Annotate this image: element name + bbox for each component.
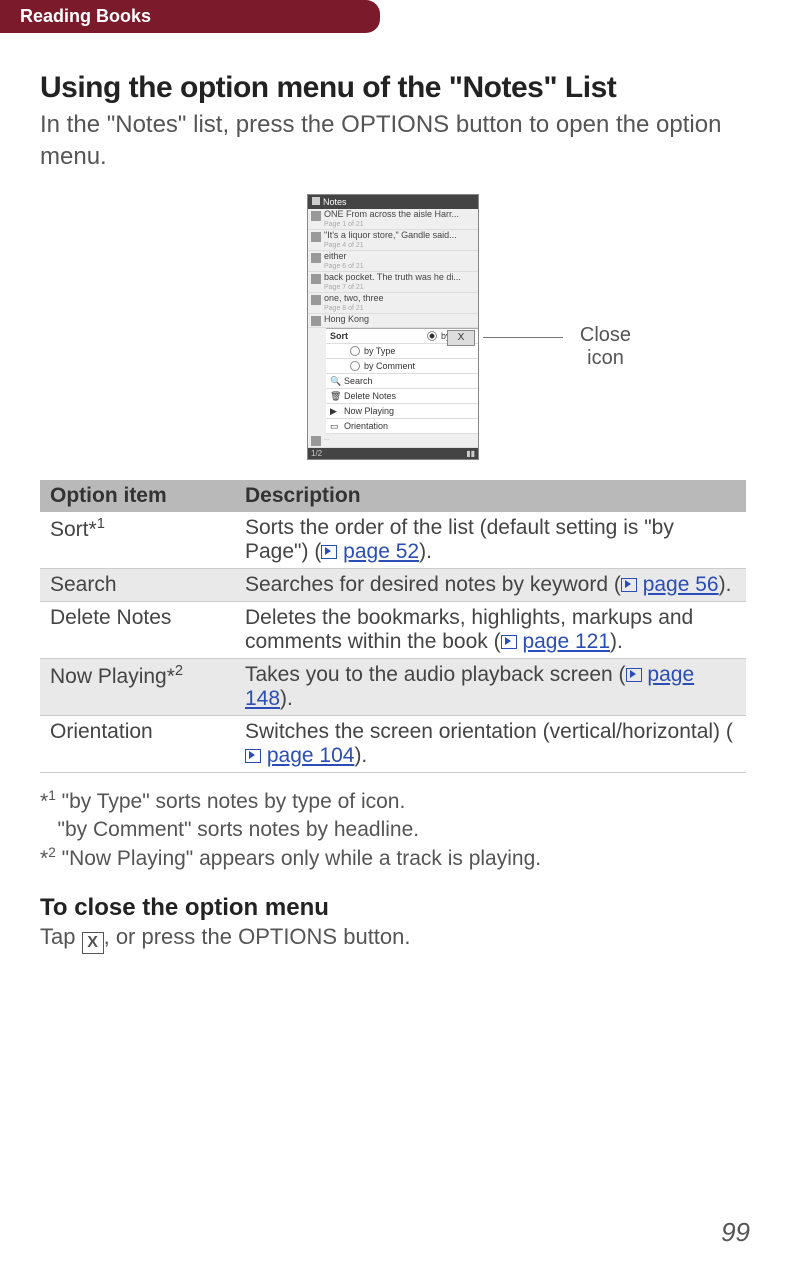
- table-header-row: Option item Description: [40, 480, 746, 512]
- radio-icon: [427, 331, 437, 341]
- table-row: Now Playing*2 Takes you to the audio pla…: [40, 658, 746, 715]
- device-titlebar: Notes: [308, 195, 478, 209]
- cell-option: Now Playing*2: [40, 658, 235, 715]
- table-row: Delete Notes Deletes the bookmarks, high…: [40, 601, 746, 658]
- page-number: 99: [721, 1217, 750, 1248]
- close-icon-box: X: [447, 330, 475, 346]
- th-desc: Description: [235, 480, 746, 512]
- link-icon: [626, 668, 642, 682]
- link-icon: [245, 749, 261, 763]
- list-item: one, two, threePage 8 of 21: [308, 293, 478, 314]
- cell-desc: Switches the screen orientation (vertica…: [235, 715, 746, 772]
- device-footer-right: ▮▮: [466, 449, 475, 458]
- popup-orientation: ▭Orientation: [326, 419, 478, 434]
- close-heading: To close the option menu: [40, 894, 746, 922]
- close-x-icon: X: [82, 932, 104, 954]
- list-item: Hong Kong: [308, 314, 478, 328]
- close-description: Tap X, or press the OPTIONS button.: [40, 924, 746, 954]
- popup-sort-comment: by Comment: [326, 359, 478, 374]
- callout-label: Close icon: [568, 324, 643, 370]
- popup-search: 🔍Search: [326, 374, 478, 389]
- list-item: back pocket. The truth was he di...Page …: [308, 272, 478, 293]
- section-header: Reading Books: [0, 0, 380, 33]
- section-header-text: Reading Books: [20, 6, 151, 26]
- note-icon: [311, 274, 321, 284]
- cell-option: Orientation: [40, 715, 235, 772]
- cell-desc: Sorts the order of the list (default set…: [235, 512, 746, 569]
- cell-option: Search: [40, 568, 235, 601]
- link-icon: [621, 578, 637, 592]
- link-icon: [501, 635, 517, 649]
- page-title: Using the option menu of the "Notes" Lis…: [40, 71, 746, 105]
- page-link[interactable]: page 52: [343, 540, 419, 563]
- device-footer: 1/2 ▮▮: [308, 448, 478, 459]
- cell-option: Delete Notes: [40, 601, 235, 658]
- page-link[interactable]: page 56: [643, 573, 719, 596]
- device-title-left: Notes: [312, 197, 347, 207]
- device-footer-left: 1/2: [311, 449, 322, 458]
- footnotes: *1 "by Type" sorts notes by type of icon…: [40, 787, 746, 874]
- figure: Notes ONE From across the aisle Harr...P…: [143, 194, 643, 460]
- popup-delete: 🗑Delete Notes: [326, 389, 478, 404]
- play-icon: ▶: [330, 406, 340, 416]
- cell-desc: Searches for desired notes by keyword ( …: [235, 568, 746, 601]
- device-notes-list: ONE From across the aisle Harr...Page 1 …: [308, 209, 478, 328]
- page-content: Using the option menu of the "Notes" Lis…: [0, 33, 786, 954]
- cell-desc: Deletes the bookmarks, highlights, marku…: [235, 601, 746, 658]
- device-screenshot: Notes ONE From across the aisle Harr...P…: [307, 194, 479, 460]
- cell-option: Sort*1: [40, 512, 235, 569]
- list-item: ONE From across the aisle Harr...Page 1 …: [308, 209, 478, 230]
- popup-nowplaying: ▶Now Playing: [326, 404, 478, 419]
- table-row: Orientation Switches the screen orientat…: [40, 715, 746, 772]
- radio-icon: [350, 361, 360, 371]
- list-item: ...: [308, 434, 478, 448]
- table-row: Sort*1 Sorts the order of the list (defa…: [40, 512, 746, 569]
- orientation-icon: ▭: [330, 421, 340, 431]
- search-icon: 🔍: [330, 376, 340, 386]
- footnote-2: *2 "Now Playing" appears only while a tr…: [40, 844, 746, 873]
- callout-line: [483, 337, 563, 338]
- th-option: Option item: [40, 480, 235, 512]
- cell-desc: Takes you to the audio playback screen (…: [235, 658, 746, 715]
- footnote-1: *1 "by Type" sorts notes by type of icon…: [40, 787, 746, 845]
- intro-text: In the "Notes" list, press the OPTIONS b…: [40, 109, 746, 174]
- link-icon: [321, 545, 337, 559]
- note-icon: [311, 253, 321, 263]
- page-link[interactable]: page 121: [522, 630, 610, 653]
- table-row: Search Searches for desired notes by key…: [40, 568, 746, 601]
- note-icon: [311, 295, 321, 305]
- popup-sort-type: by Type: [326, 344, 478, 359]
- trash-icon: 🗑: [330, 391, 340, 401]
- options-table: Option item Description Sort*1 Sorts the…: [40, 480, 746, 773]
- radio-icon: [350, 346, 360, 356]
- list-item: eitherPage 6 of 21: [308, 251, 478, 272]
- note-icon: [311, 316, 321, 326]
- note-icon: [311, 232, 321, 242]
- note-icon: [311, 211, 321, 221]
- list-item: "It's a liquor store," Gandle said...Pag…: [308, 230, 478, 251]
- page-link[interactable]: page 104: [267, 744, 355, 767]
- note-icon: [311, 436, 321, 446]
